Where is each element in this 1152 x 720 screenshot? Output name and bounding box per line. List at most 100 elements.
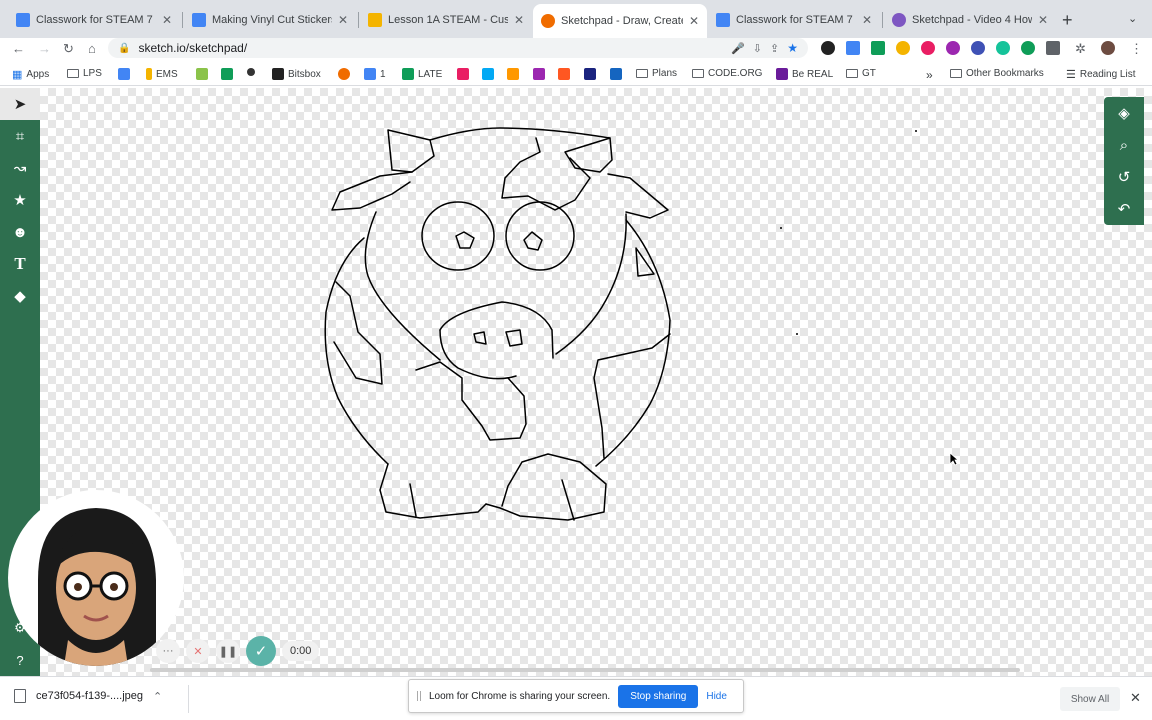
bookmark-icon-4[interactable] bbox=[533, 68, 545, 80]
bookmark-icon-5[interactable] bbox=[558, 68, 570, 80]
bookmark-ems[interactable]: EMS bbox=[146, 68, 178, 80]
bookmark-gt[interactable]: GT bbox=[846, 68, 876, 79]
more-options-icon[interactable]: ··· bbox=[156, 639, 180, 663]
close-icon[interactable]: ✕ bbox=[514, 13, 524, 27]
zoom-search-icon[interactable]: ⌕ bbox=[1104, 129, 1144, 161]
bookmark-calendar[interactable] bbox=[118, 68, 130, 80]
extension-loom-icon[interactable] bbox=[821, 41, 835, 55]
close-icon[interactable]: ✕ bbox=[162, 13, 172, 27]
close-icon[interactable]: ✕ bbox=[1038, 13, 1048, 27]
reading-list-icon: ☰ bbox=[1066, 69, 1076, 81]
horizontal-scrollbar[interactable] bbox=[40, 666, 1152, 674]
bookmark-drive[interactable] bbox=[221, 68, 233, 80]
undo-icon[interactable]: ↶ bbox=[1104, 193, 1144, 225]
left-horn bbox=[387, 129, 435, 173]
home-icon[interactable]: ⌂ bbox=[88, 41, 96, 56]
select-tool-icon[interactable]: ➤ bbox=[0, 88, 40, 120]
stamp-star-icon[interactable]: ★ bbox=[0, 184, 40, 216]
right-pupil bbox=[523, 231, 543, 251]
bookmark-label: 1 bbox=[380, 68, 386, 80]
drawing-canvas[interactable] bbox=[40, 88, 1152, 676]
fill-bucket-icon[interactable]: ◆ bbox=[0, 280, 40, 312]
tab-divider bbox=[882, 12, 883, 28]
text-tool-icon[interactable]: T bbox=[0, 248, 40, 280]
microphone-icon[interactable]: 🎤 bbox=[731, 42, 745, 55]
bookmark-sketchpad[interactable] bbox=[338, 68, 350, 80]
bookmark-label: Bitsbox bbox=[288, 68, 321, 80]
new-tab-button[interactable]: + bbox=[1062, 10, 1073, 31]
download-item[interactable]: ce73f054-f139-....jpeg ⌃ bbox=[14, 689, 162, 703]
forward-icon[interactable]: → bbox=[38, 41, 51, 56]
back-icon[interactable]: ← bbox=[12, 41, 25, 56]
other-bookmarks[interactable]: Other Bookmarks bbox=[950, 68, 1044, 79]
bookmark-bitsbox[interactable]: Bitsbox bbox=[272, 68, 321, 80]
tab-sketchpad-video[interactable]: Sketchpad - Video 4 How to ✕ bbox=[884, 6, 1056, 34]
history-icon[interactable]: ↺ bbox=[1104, 161, 1144, 193]
bookmark-late[interactable]: LATE bbox=[402, 68, 442, 80]
puzzle-extensions-icon[interactable]: ✲ bbox=[1075, 41, 1086, 57]
close-downloads-icon[interactable]: ✕ bbox=[1130, 690, 1141, 706]
close-icon[interactable]: ✕ bbox=[862, 13, 872, 27]
crop-tool-icon[interactable]: ⌗ bbox=[0, 120, 40, 152]
tab-classwork-1[interactable]: Classwork for STEAM 7 - Sp ✕ bbox=[8, 6, 180, 34]
bookmark-docs[interactable]: 1 bbox=[364, 68, 386, 80]
ems-icon bbox=[146, 68, 152, 80]
tab-classwork-2[interactable]: Classwork for STEAM 7 - Sp ✕ bbox=[708, 6, 880, 34]
left-pupil bbox=[455, 231, 475, 249]
extension-icon[interactable] bbox=[1021, 41, 1035, 55]
rocket-icon[interactable] bbox=[1046, 41, 1060, 55]
share-icon[interactable]: ⇪ bbox=[770, 42, 779, 55]
bookmark-lps[interactable]: LPS bbox=[67, 68, 102, 79]
tab-search-chevron-icon[interactable]: ⌄ bbox=[1128, 12, 1137, 25]
layers-icon[interactable]: ◈ bbox=[1104, 97, 1144, 129]
finish-recording-check-icon[interactable]: ✓ bbox=[246, 636, 276, 666]
bookmark-plans[interactable]: Plans bbox=[636, 68, 677, 79]
extension-icon[interactable] bbox=[921, 41, 935, 55]
close-icon[interactable]: ✕ bbox=[338, 13, 348, 27]
bookmark-icon-6[interactable] bbox=[584, 68, 596, 80]
chevron-up-icon[interactable]: ⌃ bbox=[153, 690, 162, 703]
profile-avatar-icon[interactable] bbox=[1101, 41, 1115, 55]
cancel-recording-icon[interactable]: ✕ bbox=[186, 639, 210, 663]
bookmark-dots[interactable] bbox=[247, 68, 255, 76]
help-icon[interactable]: ? bbox=[0, 644, 40, 676]
extension-icon[interactable] bbox=[946, 41, 960, 55]
extension-icon[interactable] bbox=[971, 41, 985, 55]
tab-lesson-1a[interactable]: Lesson 1A STEAM - Custom ✕ bbox=[360, 6, 532, 34]
bookmark-image[interactable] bbox=[196, 68, 208, 80]
reload-icon[interactable]: ↻ bbox=[63, 41, 74, 57]
pen-tool-icon[interactable]: ↝ bbox=[0, 152, 40, 184]
bookmark-icon-2[interactable] bbox=[482, 68, 494, 80]
bookmark-be-real[interactable]: Be REAL bbox=[776, 68, 833, 80]
bookmark-icon-1[interactable] bbox=[457, 68, 469, 80]
bookmark-icon-3[interactable] bbox=[507, 68, 519, 80]
pause-icon[interactable]: ❚❚ bbox=[216, 639, 240, 663]
close-icon[interactable]: ✕ bbox=[689, 14, 699, 28]
tab-title: Lesson 1A STEAM - Custom bbox=[388, 14, 508, 26]
bookmark-code-org[interactable]: CODE.ORG bbox=[692, 68, 762, 79]
bookmark-label: EMS bbox=[156, 68, 178, 80]
extension-icon[interactable] bbox=[846, 41, 860, 55]
reading-list[interactable]: ☰ Reading List bbox=[1066, 68, 1135, 81]
stop-sharing-button[interactable]: Stop sharing bbox=[618, 684, 699, 708]
hide-button[interactable]: Hide bbox=[706, 691, 727, 702]
bookmark-apps[interactable]: ▦ Apps bbox=[12, 68, 49, 81]
tab-making-vinyl[interactable]: Making Vinyl Cut Stickers Ju ✕ bbox=[184, 6, 356, 34]
drive-icon[interactable] bbox=[896, 41, 910, 55]
bookmark-star-icon[interactable]: ★ bbox=[787, 41, 798, 55]
dot bbox=[796, 333, 798, 335]
show-all-button[interactable]: Show All bbox=[1060, 687, 1120, 711]
install-icon[interactable]: ⇩ bbox=[753, 42, 762, 55]
grammarly-icon[interactable] bbox=[996, 41, 1010, 55]
extension-icon[interactable] bbox=[871, 41, 885, 55]
bookmark-icon-7[interactable] bbox=[610, 68, 622, 80]
menu-kebab-icon[interactable]: ⋮ bbox=[1130, 41, 1143, 57]
address-bar[interactable]: 🔒 sketch.io/sketchpad/ 🎤 ⇩ ⇪ ★ bbox=[108, 38, 808, 58]
divider bbox=[188, 685, 189, 713]
drag-handle-icon[interactable] bbox=[417, 691, 421, 701]
scrollbar-thumb[interactable] bbox=[150, 668, 1020, 672]
bookmarks-overflow-button[interactable]: » bbox=[926, 68, 933, 82]
emoji-tool-icon[interactable]: ☻ bbox=[0, 216, 40, 248]
tab-sketchpad-active[interactable]: Sketchpad - Draw, Create, ✕ bbox=[533, 4, 707, 38]
app-icon bbox=[457, 68, 469, 80]
